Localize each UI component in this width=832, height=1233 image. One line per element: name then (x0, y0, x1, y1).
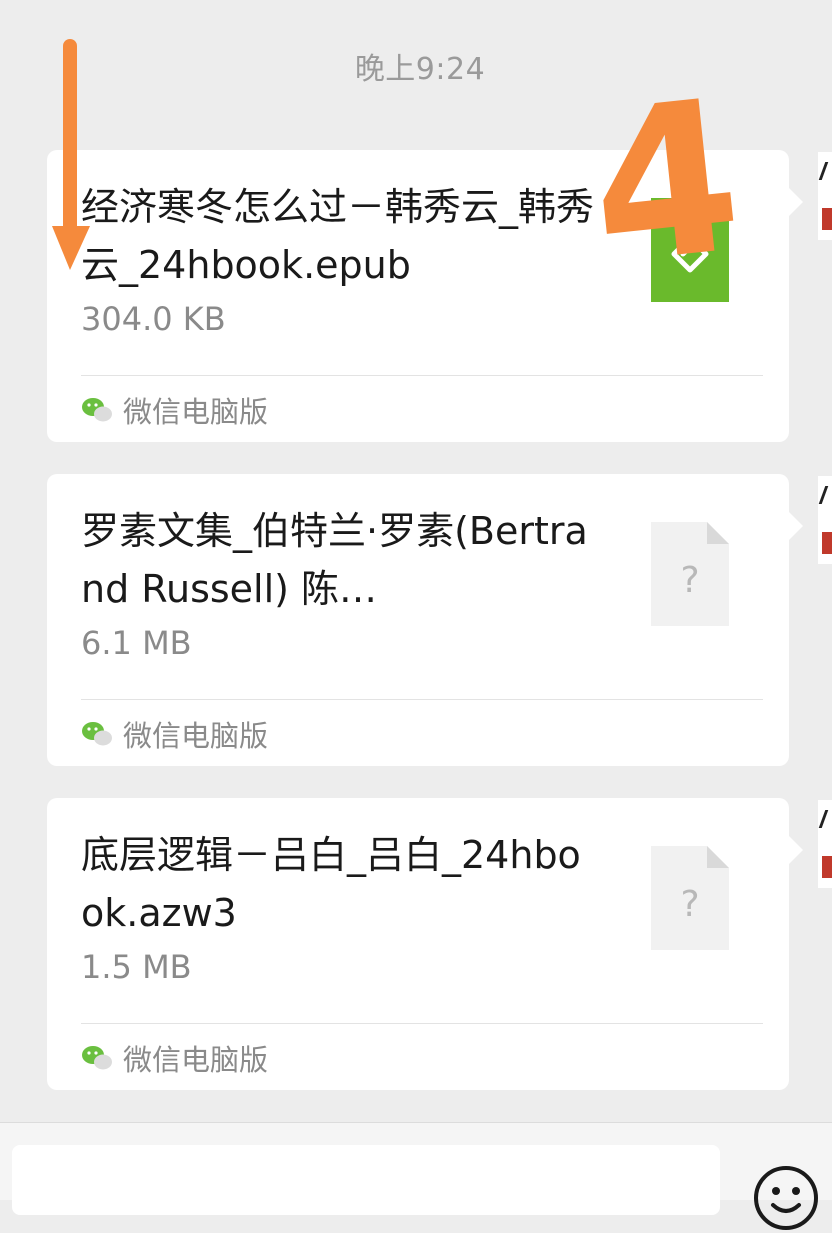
source-text: 微信电脑版 (123, 719, 269, 753)
file-name: 罗素文集_伯特兰·罗素(Bertrand Russell) 陈… (81, 509, 588, 611)
file-name: 经济寒冬怎么过－韩秀云_韩秀云_24hbook.epub (81, 185, 595, 287)
unknown-file-icon: ? (651, 522, 729, 626)
avatar-mark (822, 208, 832, 230)
file-size: 6.1 MB (81, 624, 192, 662)
sender-avatar[interactable] (818, 152, 832, 240)
sender-avatar[interactable] (818, 476, 832, 564)
avatar-mark (822, 856, 832, 878)
source-text: 微信电脑版 (123, 395, 269, 429)
wechat-icon (82, 398, 112, 422)
card-divider (81, 375, 763, 376)
file-message[interactable]: 罗素文集_伯特兰·罗素(Bertrand Russell) 陈… 6.1 MB … (47, 474, 803, 766)
source-label: 微信电脑版 (81, 714, 268, 754)
file-message[interactable]: 经济寒冬怎么过－韩秀云_韩秀云_24hbook.epub 304.0 KB 微信… (47, 150, 803, 442)
avatar-mark (822, 532, 832, 554)
svg-text:?: ? (680, 560, 699, 601)
avatar-mark (818, 486, 832, 504)
chat-timestamp: 晚上9:24 (354, 52, 486, 87)
message-input[interactable] (12, 1145, 720, 1215)
file-name: 底层逻辑－吕白_吕白_24hbook.azw3 (81, 833, 581, 935)
source-label: 微信电脑版 (81, 390, 268, 430)
file-size: 304.0 KB (81, 300, 226, 338)
source-label: 微信电脑版 (81, 1038, 268, 1078)
wechat-icon (82, 1046, 112, 1070)
epub-file-icon (651, 198, 729, 302)
wechat-icon (82, 722, 112, 746)
card-divider (81, 1023, 763, 1024)
unknown-file-icon: ? (651, 846, 729, 950)
source-text: 微信电脑版 (123, 1043, 269, 1077)
card-divider (81, 699, 763, 700)
avatar-mark (818, 162, 832, 180)
input-bar (0, 1122, 832, 1230)
avatar-mark (818, 810, 832, 828)
svg-text:?: ? (680, 884, 699, 925)
sender-avatar[interactable] (818, 800, 832, 888)
emoji-icon[interactable] (751, 1163, 821, 1233)
file-size: 1.5 MB (81, 948, 192, 986)
file-message[interactable]: 底层逻辑－吕白_吕白_24hbook.azw3 1.5 MB ? 微信电脑版 (47, 798, 803, 1090)
